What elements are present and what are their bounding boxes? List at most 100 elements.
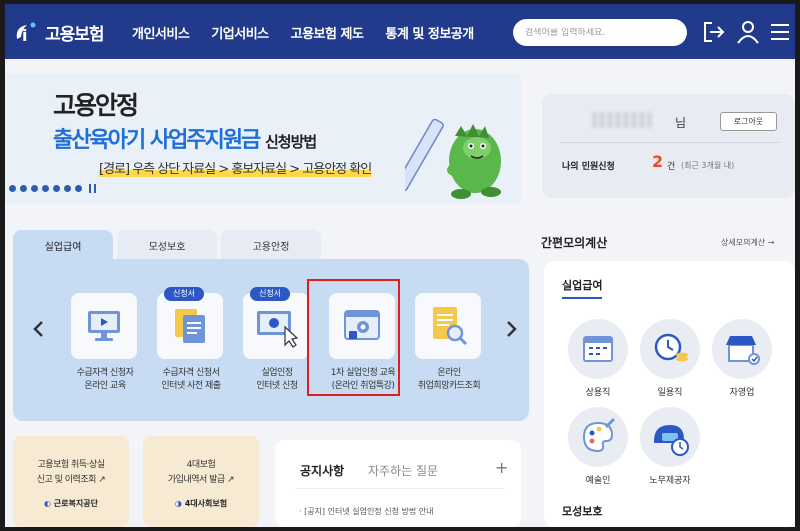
site-logo[interactable]: i 고용보험 [13,17,105,47]
simulation-section-title-2: 모성보호 [562,505,603,518]
search-document-icon [433,307,468,346]
org-name: 근로복지공단 [53,499,98,508]
monitor-play-icon [88,311,120,341]
nav-corporate-services[interactable]: 기업서비스 [211,23,269,42]
banner-dot[interactable] [20,185,27,192]
more-plus-icon[interactable]: + [495,458,508,477]
simulation-card: 실업급여 상용직 일용직 자영업 예술인 노무제공자 모성보호 [544,261,795,527]
chevron-right-icon[interactable] [503,319,519,339]
insurance-card-4insure[interactable]: 4대보험 가입내역서 발급 ↗ ◑ 4대사회보험 [143,436,259,527]
icon-circle [640,407,700,467]
logout-button[interactable]: 로그아웃 [720,112,777,131]
insurance-card-text: 고용보험 취득·상실 신고 및 이력조회 ↗ [36,460,106,485]
user-card: 님 로그아웃 나의 민원신청 2 건 (최근 3개월 내) [542,94,795,198]
palette-icon [582,417,616,453]
banner-dot[interactable] [75,185,82,192]
insurance-card-text: 4대보험 가입내역서 발급 ↗ [167,460,235,485]
tab-employment-stability[interactable]: 고용안정 [221,230,321,260]
banner-subtitle-main: 출산육아기 사업주지원금 [53,128,261,153]
chevron-left-icon[interactable] [31,319,47,339]
4insure-logo-icon: ◑ [174,499,185,508]
banner-dot[interactable] [42,185,49,192]
service-application-submit[interactable]: 신청서 수급자격 신청서 인터넷 사전 제출 [144,269,238,409]
nav-statistics[interactable]: 통계 및 정보공개 [385,23,474,42]
sim-label: 상용직 [585,388,611,398]
icon-circle [712,319,772,379]
civil-request-count[interactable]: 2 [652,152,663,171]
main-nav: 개인서비스 기업서비스 고용보험 제도 통계 및 정보공개 [132,23,496,42]
highlight-box [307,279,400,396]
banner-dot[interactable] [53,185,60,192]
banner-pause-button[interactable] [89,184,96,193]
menu-icon[interactable] [767,19,793,45]
online-click-icon [257,311,299,348]
sim-self-employed[interactable]: 자영업 [712,319,772,409]
sim-daily-worker[interactable]: 일용직 [640,319,700,409]
tab-maternity-protection[interactable]: 모성보호 [117,230,217,260]
service-panel: 수급자격 신청자 온라인 교육 신청서 수급자격 신청서 인터넷 사전 제출 신… [13,259,529,421]
blurred-user-name [592,112,652,128]
document-icon [175,309,205,343]
top-header: i 고용보험 개인서비스 기업서비스 고용보험 제도 통계 및 정보공개 [5,4,795,59]
org-name: 4대사회보험 [184,499,228,508]
service-online-education[interactable]: 수급자격 신청자 온라인 교육 [58,269,152,409]
tab-faq[interactable]: 자주하는 질문 [368,462,438,479]
sim-label: 일용직 [657,388,683,398]
notice-item-text: [공지] 인터넷 실업인정 신청 방법 안내 [304,507,434,516]
service-label: 온라인 취업희망카드조회 [417,368,481,391]
logo-text: 고용보험 [45,24,105,45]
calendar-icon [583,336,613,362]
simulation-title: 간편모의계산 [541,236,608,250]
search-box [513,19,687,46]
nav-personal-services[interactable]: 개인서비스 [132,23,190,42]
user-icon[interactable] [735,19,761,45]
banner-subtitle: 출산육아기 사업주지원금 신청방법 [53,122,317,154]
browser-viewport: i 고용보험 개인서비스 기업서비스 고용보험 제도 통계 및 정보공개 고용안… [5,4,795,527]
dinosaur-mascot-icon [405,118,501,199]
banner-dot[interactable] [64,185,71,192]
notice-item[interactable]: · [공지] 인터넷 실업인정 신청 방법 안내 [299,506,433,517]
ei-logo-icon: i [16,22,36,45]
sim-labor-provider[interactable]: 노무제공자 [640,407,700,497]
tab-notice[interactable]: 공지사항 [300,462,344,479]
service-label: 수급자격 신청서 인터넷 사전 제출 [161,368,221,391]
banner-pagination [9,184,96,193]
section-underline [562,297,602,299]
user-name-suffix: 님 [675,116,687,130]
service-tabs: 실업급여 모성보호 고용안정 [13,230,321,260]
detailed-simulation-link[interactable]: 상세모의계산 → [721,237,774,248]
insurance-card-org: ◐ 근로복지공단 [13,498,129,509]
banner-dot[interactable] [31,185,38,192]
nav-insurance-system[interactable]: 고용보험 제도 [291,23,364,42]
banner-title: 고용안정 [53,91,139,120]
service-icon-box [243,293,309,359]
tab-unemployment-benefit[interactable]: 실업급여 [13,230,113,260]
service-icon-box [157,293,223,359]
main-banner[interactable]: 고용안정 출산육아기 사업주지원금 신청방법 [경로] 우측 상단 자료실 > … [5,74,521,204]
divider [560,142,780,143]
service-icon-box [71,293,137,359]
comwel-logo-icon: ◐ [44,499,54,508]
civil-request-unit: 건 [667,162,676,172]
service-job-hope-card[interactable]: 온라인 취업희망카드조회 [402,269,496,409]
sim-regular-worker[interactable]: 상용직 [568,319,628,409]
logout-icon[interactable] [701,19,727,45]
sim-label: 노무제공자 [649,476,691,486]
banner-dot[interactable] [9,185,16,192]
clock-coins-icon [654,333,688,362]
civil-request-label: 나의 민원신청 [562,162,615,172]
sim-artist[interactable]: 예술인 [568,407,628,497]
application-badge: 신청서 [164,287,204,301]
store-icon [726,336,760,365]
icon-circle [568,319,628,379]
service-icon-box [415,293,481,359]
notice-board: 공지사항 자주하는 질문 + · [공지] 인터넷 실업인정 신청 방법 안내 [275,440,521,527]
search-input[interactable] [525,27,665,38]
helmet-clock-icon [654,425,689,456]
banner-subtitle-suffix: 신청방법 [264,133,317,151]
banner-path-text: [경로] 우측 상단 자료실 > 홍보자료실 > 고용안정 확인 [99,162,372,177]
svg-text:i: i [22,26,27,45]
insurance-card-comwel[interactable]: 고용보험 취득·상실 신고 및 이력조회 ↗ ◐ 근로복지공단 [13,436,129,527]
icon-circle [568,407,628,467]
divider [295,488,505,489]
